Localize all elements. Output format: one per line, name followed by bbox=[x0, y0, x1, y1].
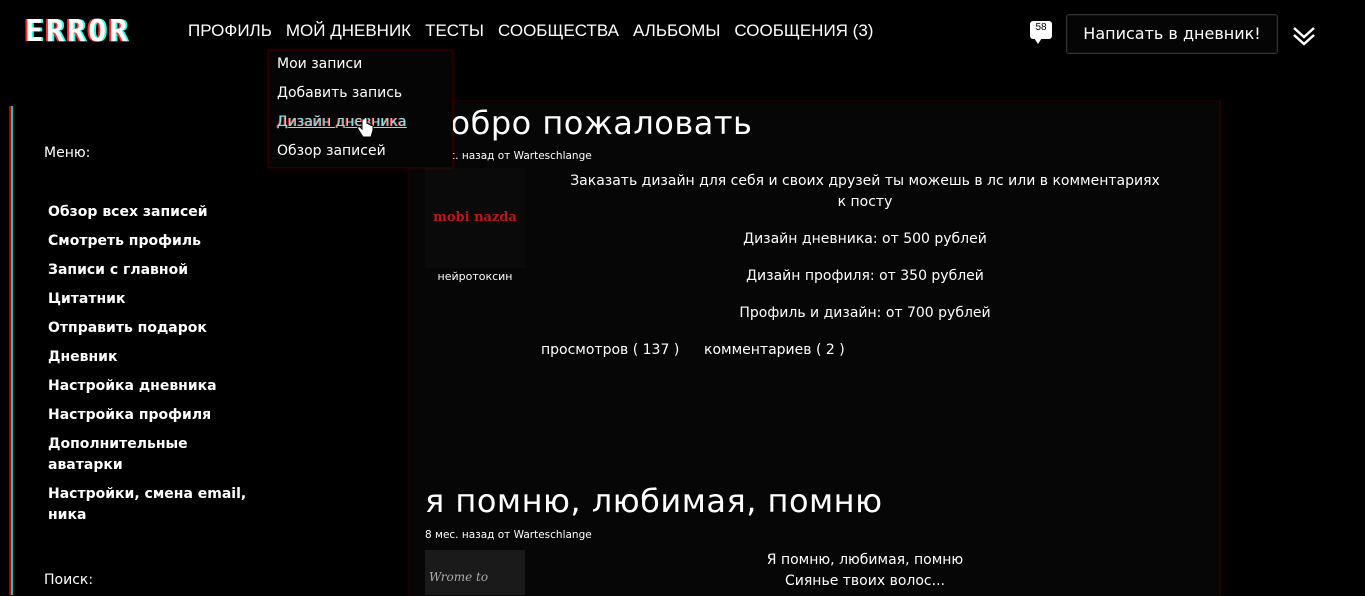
top-nav-bar: ERROR ПРОФИЛЬ МОЙ ДНЕВНИК ТЕСТЫ СООБЩЕСТ… bbox=[0, 0, 1365, 64]
thumbnail-caption: нейротоксин bbox=[437, 270, 513, 283]
post-thumbnail[interactable]: Wrome to bbox=[425, 550, 525, 595]
sidebar-item-extra-avatars[interactable]: Дополнительные аватарки bbox=[48, 434, 258, 476]
notifications-count: 58 bbox=[1035, 22, 1047, 33]
sidebar-item-quotes[interactable]: Цитатник bbox=[48, 289, 258, 310]
post-text-line: Заказать дизайн для себя и своих друзей … bbox=[570, 173, 1160, 210]
thumbnail-lettering: Wrome to bbox=[429, 570, 489, 584]
comments-link[interactable]: комментариев ( 2 ) bbox=[704, 342, 845, 358]
menu-label: Меню: bbox=[44, 145, 91, 161]
post-text-line: Я помню, любимая, помню bbox=[766, 552, 964, 568]
sidebar-menu: Обзор всех записей Смотреть профиль Запи… bbox=[48, 202, 258, 534]
sidebar-accent-line bbox=[9, 106, 11, 595]
sidebar-item-send-gift[interactable]: Отправить подарок bbox=[48, 318, 258, 339]
double-chevron-down-icon[interactable] bbox=[1290, 22, 1318, 50]
nav-messages[interactable]: СООБЩЕНИЯ (3) bbox=[734, 21, 873, 41]
post-title[interactable]: я помню, любимая, помню bbox=[425, 482, 883, 520]
dropdown-posts-overview[interactable]: Обзор записей bbox=[277, 143, 386, 159]
dropdown-my-posts[interactable]: Мои записи bbox=[277, 56, 362, 72]
nav-tests[interactable]: ТЕСТЫ bbox=[425, 21, 484, 41]
views-link[interactable]: просмотров ( 137 ) bbox=[541, 342, 679, 358]
write-in-diary-button[interactable]: Написать в дневник! bbox=[1066, 14, 1278, 54]
nav-profile[interactable]: ПРОФИЛЬ bbox=[188, 21, 272, 41]
hand-cursor-icon bbox=[357, 118, 374, 138]
main-nav: ПРОФИЛЬ МОЙ ДНЕВНИК ТЕСТЫ СООБЩЕСТВА АЛЬ… bbox=[188, 21, 887, 41]
nav-communities[interactable]: СООБЩЕСТВА bbox=[498, 21, 619, 41]
sidebar-item-diary[interactable]: Дневник bbox=[48, 347, 258, 368]
post-text-line: Профиль и дизайн: от 700 рублей bbox=[739, 305, 991, 321]
post-meta: 8 мес. назад от Warteschlange bbox=[425, 529, 592, 541]
sidebar-item-diary-settings[interactable]: Настройка дневника bbox=[48, 376, 258, 397]
post-text-line: Сиянье твоих волос... bbox=[785, 573, 945, 589]
post-title[interactable]: Добро пожаловать bbox=[425, 104, 752, 142]
sidebar-item-profile-settings[interactable]: Настройка профиля bbox=[48, 405, 258, 426]
search-label: Поиск: bbox=[44, 572, 94, 588]
my-diary-dropdown: Мои записи Добавить запись Дизайн дневни… bbox=[268, 50, 453, 168]
nav-albums[interactable]: АЛЬБОМЫ bbox=[633, 21, 720, 41]
nav-my-diary[interactable]: МОЙ ДНЕВНИК bbox=[286, 21, 411, 41]
sidebar-item-main-posts[interactable]: Записи с главной bbox=[48, 260, 258, 281]
post-text-line: Дизайн профиля: от 350 рублей bbox=[746, 268, 984, 284]
post-text-line: Дизайн дневника: от 500 рублей bbox=[743, 231, 987, 247]
dropdown-diary-design[interactable]: Дизайн дневника bbox=[277, 114, 407, 130]
notifications-icon[interactable]: 58 bbox=[1030, 21, 1052, 44]
site-logo[interactable]: ERROR bbox=[25, 14, 130, 49]
sidebar-item-view-profile[interactable]: Смотреть профиль bbox=[48, 231, 258, 252]
dropdown-add-post[interactable]: Добавить запись bbox=[277, 85, 402, 101]
sidebar-item-all-posts[interactable]: Обзор всех записей bbox=[48, 202, 258, 223]
sidebar-item-account-settings[interactable]: Настройки, смена email, ника bbox=[48, 484, 258, 526]
post-thumbnail[interactable]: mobi nazda bbox=[425, 168, 525, 268]
thumbnail-lettering: mobi nazda bbox=[433, 210, 517, 225]
